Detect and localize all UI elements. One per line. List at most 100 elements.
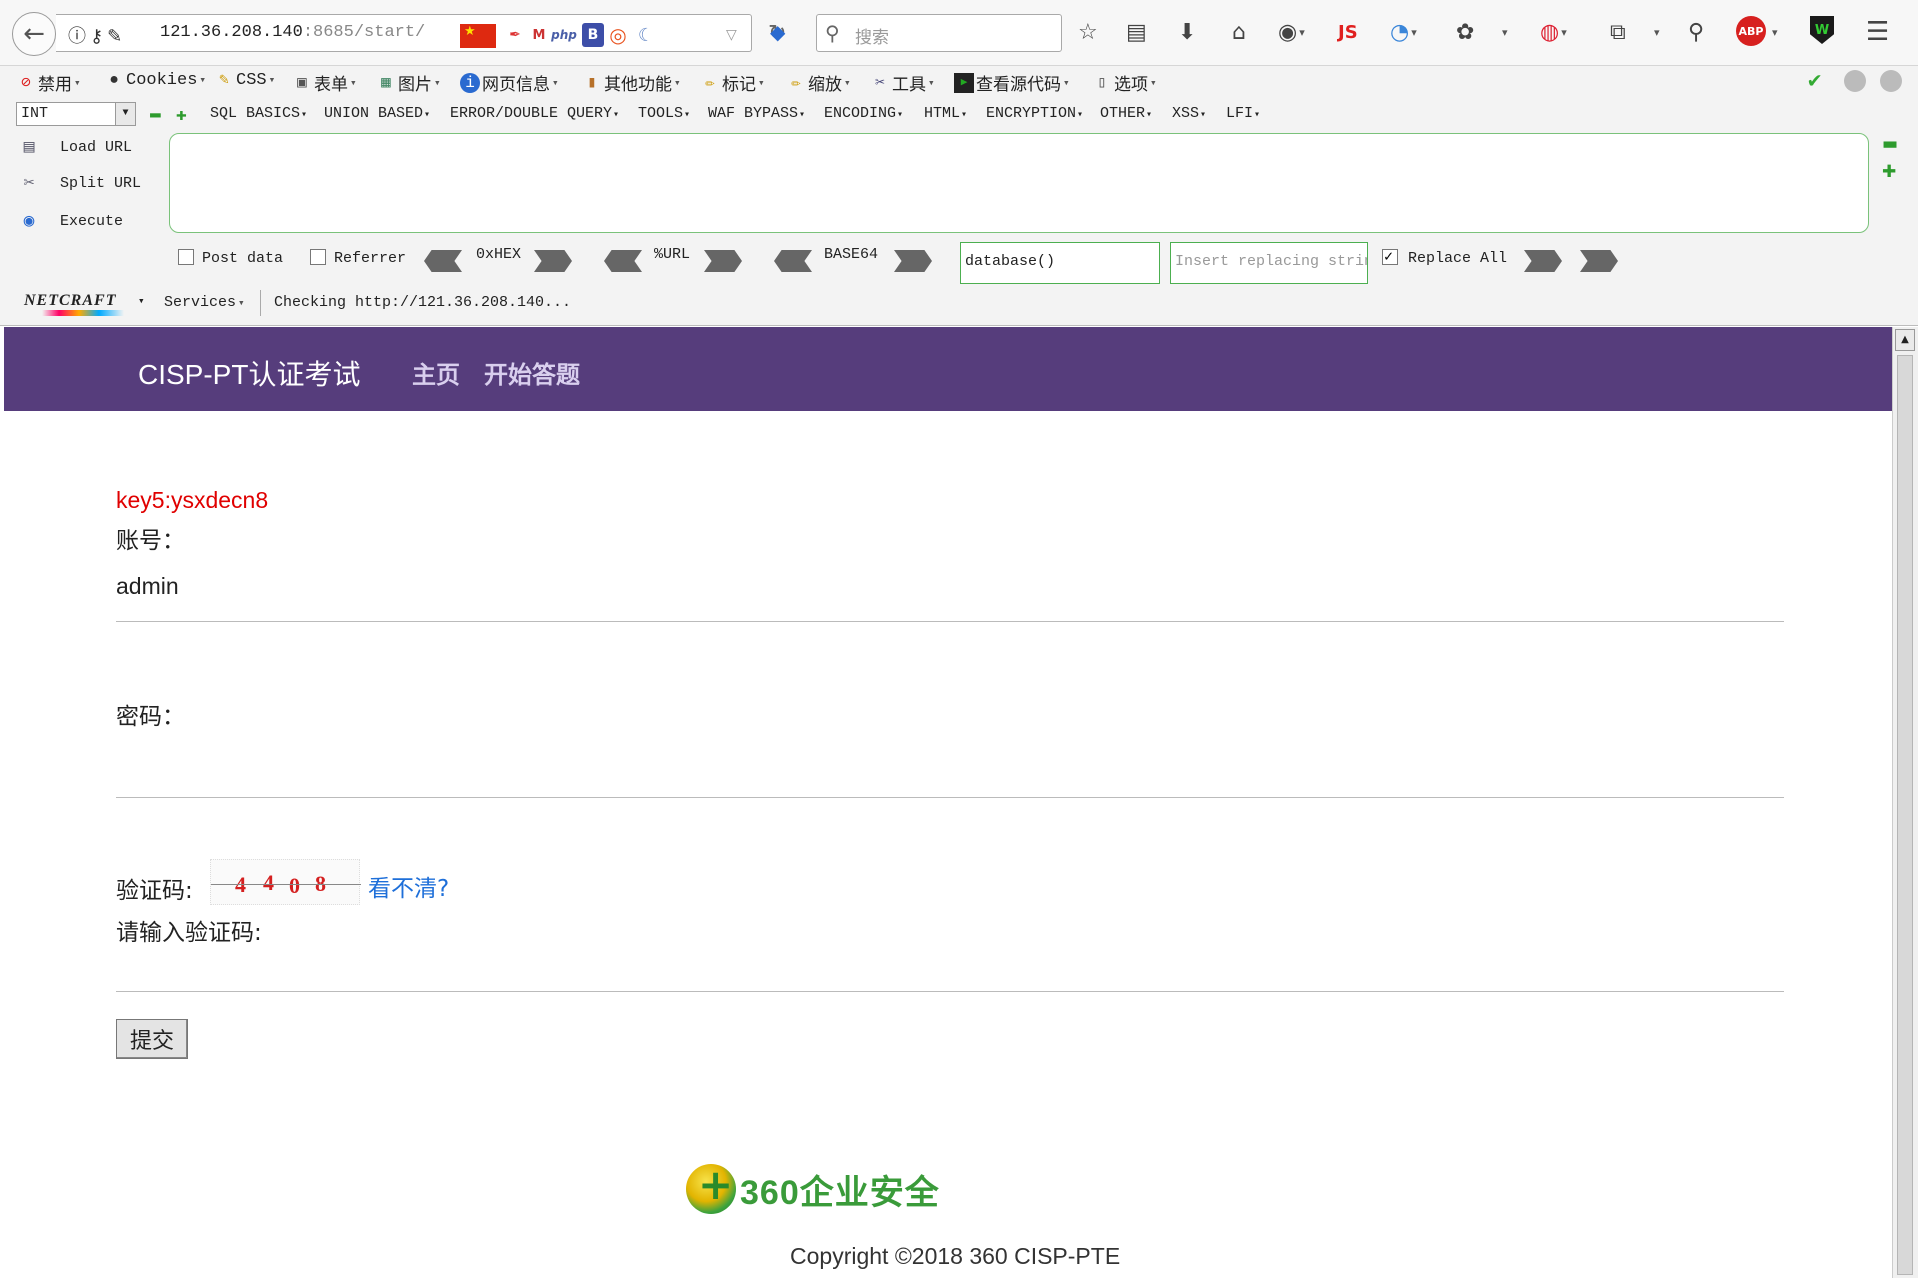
post-data-checkbox[interactable] <box>178 249 194 265</box>
toolbar-dropdown-2-icon[interactable]: ▾ <box>1652 16 1660 48</box>
hackbar-extension-icon[interactable]: M <box>528 23 550 47</box>
red-extension-icon[interactable]: ◍ ▾ <box>1540 16 1567 48</box>
split-url-button[interactable]: ✂ Split URL <box>16 168 141 198</box>
moon-extension-icon[interactable]: ☾ <box>634 23 658 47</box>
search-box[interactable]: ⚲ 搜索 <box>816 14 1062 52</box>
netcraft-dropdown-icon[interactable]: ▾ <box>138 294 145 308</box>
url-area-minus-icon[interactable]: ▬ <box>1882 134 1898 154</box>
select-arrow-icon: ▼ <box>115 103 135 125</box>
china-flag-icon[interactable] <box>460 24 496 48</box>
menu-encoding[interactable]: ENCODING <box>824 105 903 122</box>
menu-encryption[interactable]: ENCRYPTION <box>986 105 1083 122</box>
misc-icon: ▮ <box>587 74 597 92</box>
execute-button[interactable]: ◉ Execute <box>16 206 123 236</box>
menu-resize[interactable]: ✏ 缩放 ▾ <box>786 70 850 96</box>
menu-disable[interactable]: ⊘ 禁用 ▾ <box>16 70 80 96</box>
menu-union-based[interactable]: UNION BASED <box>324 105 430 122</box>
submit-button[interactable]: 提交 <box>116 1019 188 1059</box>
scroll-up-icon[interactable]: ▲ <box>1895 329 1915 351</box>
hex-encode-icon[interactable] <box>534 250 572 272</box>
menu-view-source[interactable]: ▶ 查看源代码 ▾ <box>954 70 1070 96</box>
menu-outline[interactable]: ✏ 标记 ▾ <box>700 70 764 96</box>
services-menu[interactable]: Services ▾ <box>164 294 245 311</box>
b-extension-icon[interactable]: B <box>582 23 604 47</box>
menu-images[interactable]: ▦ 图片 ▾ <box>376 70 440 96</box>
menu-other[interactable]: OTHER <box>1100 105 1152 122</box>
pen-extension-icon[interactable]: ✒ <box>504 23 526 47</box>
plus-icon[interactable]: ✚ <box>176 104 187 126</box>
minus-icon[interactable]: ▬ <box>150 104 161 124</box>
360-logo-icon <box>686 1160 736 1214</box>
hackbar-menu-row: INT▼ ▬ ✚ SQL BASICS UNION BASED ERROR/DO… <box>0 98 1918 128</box>
menu-error-double-query[interactable]: ERROR/DOUBLE QUERY <box>450 105 619 122</box>
nav-home[interactable]: 主页 <box>412 355 460 390</box>
referrer-checkbox[interactable] <box>310 249 326 265</box>
globe-extension-icon[interactable]: ◉ ▾ <box>1278 16 1305 48</box>
replace-all-checkbox[interactable] <box>1382 247 1398 266</box>
hamburger-menu-icon[interactable]: ☰ <box>1866 16 1889 48</box>
page-scrollbar[interactable]: ▲ <box>1892 327 1918 1278</box>
netcraft-logo[interactable]: NETCRAFT <box>24 292 124 316</box>
pencil-icon: ✏ <box>705 74 715 92</box>
share-extension-icon[interactable]: ⧉ <box>1610 16 1626 48</box>
hex-decode-icon[interactable] <box>424 250 462 272</box>
base64-decode-icon[interactable] <box>774 250 812 272</box>
menu-cookies[interactable]: ● Cookies ▾ <box>104 70 206 90</box>
site-brand[interactable]: CISP-PT认证考试 <box>138 353 360 393</box>
menu-misc[interactable]: ▮ 其他功能 ▾ <box>582 70 680 96</box>
base64-encode-icon[interactable] <box>894 250 932 272</box>
menu-lfi[interactable]: LFI <box>1226 105 1260 122</box>
load-url-button[interactable]: ▤ Load URL <box>16 132 132 162</box>
chrome-extension-icon[interactable]: ◔ ▾ <box>1390 16 1417 48</box>
js-status-icon[interactable] <box>1880 70 1902 92</box>
toolbar-dropdown-icon[interactable]: ▾ <box>1500 16 1508 48</box>
replace-icon[interactable] <box>1524 250 1562 272</box>
shield-extension-icon[interactable]: W <box>1810 16 1834 44</box>
menu-sql-basics[interactable]: SQL BASICS <box>210 105 307 122</box>
url-area-plus-icon[interactable]: ✚ <box>1882 162 1896 182</box>
php-extension-icon[interactable]: php <box>550 23 578 47</box>
js-extension-icon[interactable]: JS <box>1338 16 1358 48</box>
reading-list-icon[interactable]: ▤ <box>1126 16 1147 48</box>
find-string-input[interactable]: database() <box>960 242 1160 284</box>
captcha-image[interactable]: 4 4 0 8 <box>210 859 361 905</box>
account-input[interactable]: admin <box>116 573 179 600</box>
menu-xss[interactable]: XSS <box>1172 105 1206 122</box>
captcha-input[interactable] <box>116 991 1784 992</box>
palette-extension-icon[interactable]: ✿ <box>1456 16 1474 48</box>
password-input[interactable] <box>116 797 1784 798</box>
replace-string-input[interactable]: Insert replacing string <box>1170 242 1368 284</box>
url-decode-icon[interactable] <box>604 250 642 272</box>
type-select[interactable]: INT ▼ <box>16 102 136 126</box>
bird-extension-icon[interactable]: ◆ <box>770 16 785 48</box>
css-status-icon[interactable] <box>1844 70 1866 92</box>
clipboard-icon: ▣ <box>297 74 307 92</box>
refresh-captcha-link[interactable]: 看不清? <box>368 869 449 903</box>
navigation-toolbar: ← ⓘ⚷✎ 121.36.208.140:8685/start/ ✒ M php… <box>0 0 1918 66</box>
scroll-thumb[interactable] <box>1897 355 1913 1275</box>
menu-tools[interactable]: ✂ 工具 ▾ <box>870 70 934 96</box>
bookmark-star-icon[interactable]: ☆ <box>1078 16 1098 48</box>
menu-html[interactable]: HTML <box>924 105 967 122</box>
magnifier-extension-icon[interactable]: ⚲ <box>1688 16 1704 48</box>
menu-tools-hackbar[interactable]: TOOLS <box>638 105 690 122</box>
ubuntu-extension-icon[interactable]: ◎ <box>606 23 630 47</box>
adblock-dropdown-icon[interactable]: ▾ <box>1770 16 1778 48</box>
home-icon[interactable]: ⌂ <box>1232 16 1246 48</box>
menu-forms[interactable]: ▣ 表单 ▾ <box>292 70 356 96</box>
back-button[interactable]: ← <box>12 12 56 56</box>
menu-page-info[interactable]: i 网页信息 ▾ <box>460 70 559 96</box>
site-info-icon[interactable]: ⓘ⚷✎ <box>68 22 126 48</box>
nav-start-quiz[interactable]: 开始答题 <box>484 355 580 390</box>
url-dropdown-icon[interactable]: ▽ <box>726 27 737 43</box>
menu-css[interactable]: ✎ CSS ▾ <box>214 70 275 90</box>
validation-check-icon[interactable]: ✔ <box>1808 68 1821 94</box>
replace-back-icon[interactable] <box>1580 250 1618 272</box>
hackbar-url-textarea[interactable] <box>169 133 1869 233</box>
menu-waf-bypass[interactable]: WAF BYPASS <box>708 105 805 122</box>
download-icon[interactable]: ⬇ <box>1178 16 1196 48</box>
adblock-plus-icon[interactable]: ABP <box>1736 16 1766 46</box>
menu-options[interactable]: ▯ 选项 ▾ <box>1092 70 1156 96</box>
url-encode-icon[interactable] <box>704 250 742 272</box>
address-bar[interactable]: ⓘ⚷✎ 121.36.208.140:8685/start/ ✒ M php B… <box>56 14 786 52</box>
